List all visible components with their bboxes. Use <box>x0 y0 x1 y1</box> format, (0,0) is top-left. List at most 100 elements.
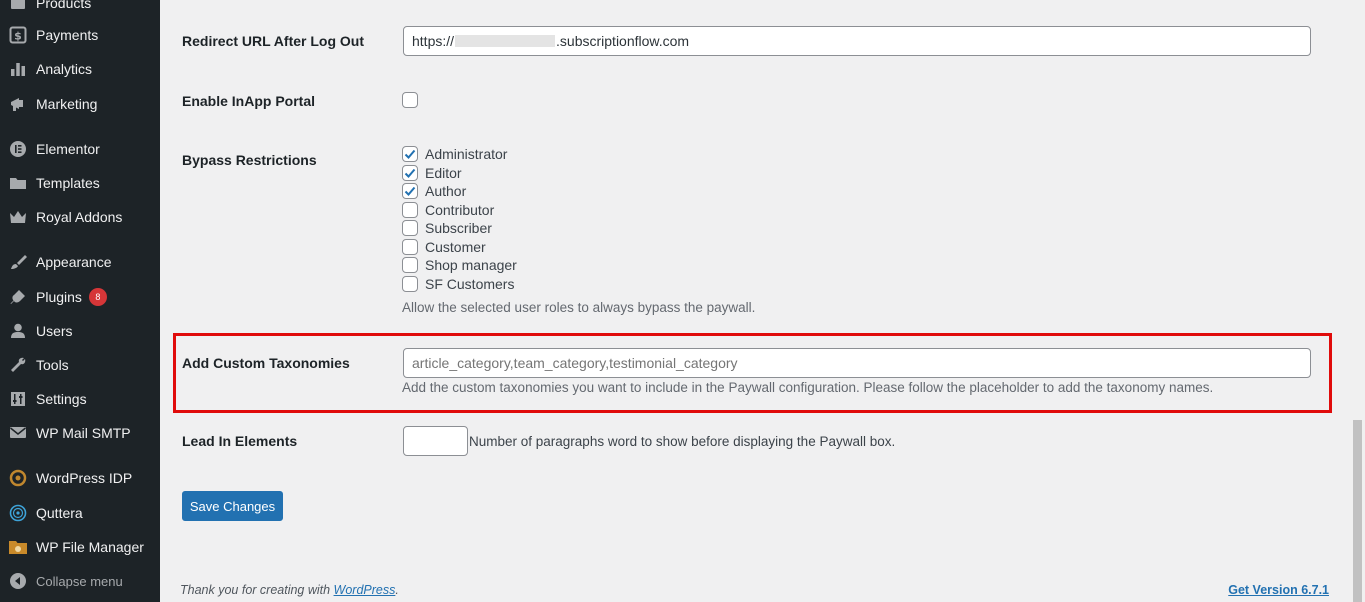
bypass-roles-list: Administrator Editor Author Contributor … <box>402 145 517 293</box>
role-option-sf-customers[interactable]: SF Customers <box>402 275 517 294</box>
role-checkbox[interactable] <box>402 257 418 274</box>
sidebar-item-label: Tools <box>36 357 69 373</box>
role-option-editor[interactable]: Editor <box>402 164 517 183</box>
bypass-description: Allow the selected user roles to always … <box>402 300 756 315</box>
sidebar-item-appearance[interactable]: Appearance <box>0 247 160 277</box>
archive-icon <box>0 0 36 12</box>
dollar-icon: $ <box>0 26 36 44</box>
sidebar-item-label: Marketing <box>36 96 98 112</box>
role-checkbox-checked[interactable] <box>402 183 418 200</box>
role-label: Subscriber <box>425 220 492 237</box>
footer-thanks: Thank you for creating with WordPress. <box>180 583 399 597</box>
collapse-menu-label: Collapse menu <box>36 573 123 589</box>
sidebar-item-users[interactable]: Users <box>0 316 160 346</box>
role-label: Customer <box>425 238 486 255</box>
sidebar-item-templates[interactable]: Templates <box>0 168 160 198</box>
lead-in-elements-input[interactable] <box>403 426 468 456</box>
redirect-url-label: Redirect URL After Log Out <box>182 33 365 49</box>
megaphone-icon <box>0 95 36 113</box>
user-icon <box>0 322 36 340</box>
scrollbar-thumb[interactable] <box>1353 420 1362 602</box>
bypass-restrictions-label: Bypass Restrictions <box>182 152 317 168</box>
collapse-arrow-icon <box>0 572 36 590</box>
role-checkbox[interactable] <box>402 238 418 255</box>
role-option-contributor[interactable]: Contributor <box>402 201 517 220</box>
quttera-icon <box>0 504 36 522</box>
sidebar-item-label: WP Mail SMTP <box>36 425 131 441</box>
sidebar-item-label: Settings <box>36 391 87 407</box>
folder-icon <box>0 174 36 192</box>
collapse-menu-button[interactable]: Collapse menu <box>0 566 160 596</box>
sidebar-item-label: Appearance <box>36 254 112 270</box>
footer-thanks-suffix: . <box>395 583 399 597</box>
enable-inapp-checkbox[interactable] <box>402 92 418 108</box>
sidebar-item-wordpress-idp[interactable]: WordPress IDP <box>0 463 160 493</box>
custom-taxonomies-input[interactable] <box>403 348 1311 378</box>
sidebar-item-analytics[interactable]: Analytics <box>0 54 160 84</box>
role-label: Contributor <box>425 201 495 218</box>
role-label: Editor <box>425 164 462 181</box>
sidebar-item-label: Templates <box>36 175 100 191</box>
sidebar-item-label: Quttera <box>36 505 83 521</box>
plugin-icon <box>0 288 36 306</box>
sidebar-item-payments[interactable]: $ Payments <box>0 20 160 50</box>
redirect-url-prefix: https:// <box>412 33 455 49</box>
sidebar-item-wp-mail-smtp[interactable]: WP Mail SMTP <box>0 418 160 448</box>
sidebar-item-label: Products <box>36 0 92 11</box>
sidebar-item-plugins[interactable]: Plugins 8 <box>0 282 160 312</box>
admin-sidebar: Products $ Payments Analytics Marketing … <box>0 0 160 602</box>
wrench-icon <box>0 356 36 374</box>
save-changes-button[interactable]: Save Changes <box>182 491 283 521</box>
sidebar-item-label: Payments <box>36 27 99 43</box>
mail-icon <box>0 424 36 442</box>
svg-text:$: $ <box>14 30 22 43</box>
sidebar-item-wp-file-manager[interactable]: WP File Manager <box>0 532 160 562</box>
role-label: Author <box>425 183 467 200</box>
sidebar-item-quttera[interactable]: Quttera <box>0 498 160 528</box>
redirect-url-input[interactable]: https:// .subscriptionflow.com <box>403 26 1311 56</box>
crown-icon <box>0 208 36 226</box>
get-version-link[interactable]: Get Version 6.7.1 <box>1228 583 1329 597</box>
redacted-subdomain <box>455 35 556 47</box>
role-label: Administrator <box>425 146 508 163</box>
sidebar-item-label: WordPress IDP <box>36 470 133 486</box>
sidebar-item-label: Plugins <box>36 289 82 305</box>
settings-content: Redirect URL After Log Out https:// .sub… <box>160 0 1365 602</box>
custom-taxonomies-description: Add the custom taxonomies you want to in… <box>402 380 1214 395</box>
elementor-icon <box>0 140 36 158</box>
sidebar-item-tools[interactable]: Tools <box>0 350 160 380</box>
role-option-customer[interactable]: Customer <box>402 238 517 257</box>
sidebar-item-elementor[interactable]: Elementor <box>0 134 160 164</box>
lead-in-elements-label: Lead In Elements <box>182 433 298 449</box>
sidebar-item-settings[interactable]: Settings <box>0 384 160 414</box>
sidebar-item-marketing[interactable]: Marketing <box>0 89 160 119</box>
page-scrollbar[interactable] <box>1350 0 1365 602</box>
sidebar-item-label: Elementor <box>36 141 100 157</box>
sidebar-item-royal-addons[interactable]: Royal Addons <box>0 202 160 232</box>
role-checkbox[interactable] <box>402 220 418 237</box>
role-option-shop-manager[interactable]: Shop manager <box>402 256 517 275</box>
sidebar-item-label: WP File Manager <box>36 539 144 555</box>
role-checkbox[interactable] <box>402 201 418 218</box>
sliders-icon <box>0 390 36 408</box>
enable-inapp-label: Enable InApp Portal <box>182 93 316 109</box>
sidebar-item-label: Royal Addons <box>36 209 123 225</box>
role-checkbox[interactable] <box>402 275 418 292</box>
brush-icon <box>0 253 36 271</box>
footer-thanks-prefix: Thank you for creating with <box>180 583 334 597</box>
role-option-subscriber[interactable]: Subscriber <box>402 219 517 238</box>
role-option-administrator[interactable]: Administrator <box>402 145 517 164</box>
sidebar-item-label: Analytics <box>36 61 93 77</box>
role-option-author[interactable]: Author <box>402 182 517 201</box>
role-checkbox-checked[interactable] <box>402 164 418 181</box>
lead-in-elements-description: Number of paragraphs word to show before… <box>469 434 896 449</box>
custom-taxonomies-label: Add Custom Taxonomies <box>182 355 350 371</box>
bar-chart-icon <box>0 60 36 78</box>
file-manager-icon <box>0 538 36 556</box>
plugin-update-badge: 8 <box>88 288 107 306</box>
wordpress-link[interactable]: WordPress <box>334 583 396 597</box>
role-checkbox-checked[interactable] <box>402 146 418 163</box>
role-label: Shop manager <box>425 257 517 274</box>
sidebar-item-products[interactable]: Products <box>0 0 160 18</box>
idp-icon <box>0 469 36 487</box>
